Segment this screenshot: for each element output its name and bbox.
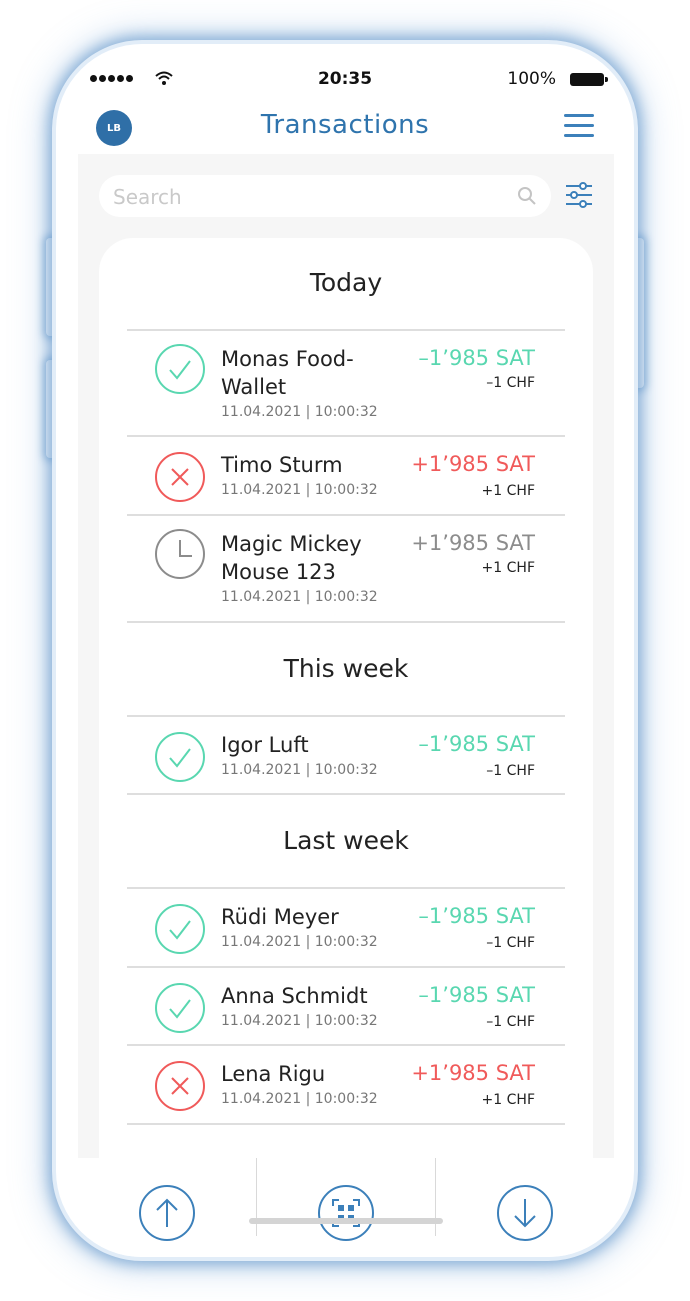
transaction-name: Monas Food- bbox=[221, 347, 354, 371]
transaction-date: 11.04.2021 | 10:00:32 bbox=[221, 934, 378, 950]
battery-icon bbox=[570, 73, 608, 86]
hamburger-menu-icon[interactable] bbox=[564, 114, 594, 138]
phone-frame: 20:35 100% LB Transactions Search Today bbox=[56, 44, 634, 1257]
bottom-action-bar bbox=[78, 1158, 614, 1257]
transaction-name: Anna Schmidt bbox=[221, 984, 368, 1008]
transaction-chf: –1 CHF bbox=[486, 935, 535, 951]
transaction-amount: –1’985 SAT bbox=[418, 732, 535, 756]
main-content: Search Today Monas Food- Wallet 11.04.20… bbox=[78, 154, 614, 1160]
home-indicator[interactable] bbox=[249, 1218, 443, 1224]
transaction-row[interactable]: Rüdi Meyer 11.04.2021 | 10:00:32 –1’985 … bbox=[127, 889, 565, 967]
qr-scan-icon[interactable] bbox=[317, 1184, 375, 1242]
checkmark-circle-icon bbox=[155, 983, 205, 1033]
divider bbox=[127, 1123, 565, 1125]
transaction-name-line2: Mouse 123 bbox=[221, 560, 336, 584]
transactions-list: Today Monas Food- Wallet 11.04.2021 | 10… bbox=[99, 238, 593, 1160]
checkmark-circle-icon bbox=[155, 904, 205, 954]
divider bbox=[127, 793, 565, 795]
divider bbox=[127, 621, 565, 623]
page-title: Transactions bbox=[260, 110, 430, 140]
transaction-amount: –1’985 SAT bbox=[418, 346, 535, 370]
section-title: Today bbox=[309, 268, 383, 297]
clock-icon bbox=[155, 529, 205, 579]
transaction-chf: –1 CHF bbox=[486, 375, 535, 391]
transaction-amount: –1’985 SAT bbox=[418, 904, 535, 928]
divider bbox=[435, 1158, 436, 1236]
transaction-row[interactable]: Lena Rigu 11.04.2021 | 10:00:32 +1’985 S… bbox=[127, 1046, 565, 1124]
transaction-name-line2: Wallet bbox=[221, 375, 287, 399]
transaction-amount: +1’985 SAT bbox=[411, 452, 535, 476]
checkmark-circle-icon bbox=[155, 344, 205, 394]
transaction-name: Lena Rigu bbox=[221, 1062, 326, 1086]
transaction-date: 11.04.2021 | 10:00:32 bbox=[221, 482, 378, 498]
divider bbox=[256, 1158, 257, 1236]
search-input[interactable]: Search bbox=[99, 175, 551, 217]
search-icon[interactable] bbox=[517, 186, 537, 206]
status-bar: 20:35 100% bbox=[56, 44, 634, 104]
transaction-date: 11.04.2021 | 10:00:32 bbox=[221, 589, 378, 605]
transaction-name: Igor Luft bbox=[221, 733, 309, 757]
transaction-name: Rüdi Meyer bbox=[221, 905, 339, 929]
battery-percentage: 100% bbox=[507, 69, 556, 89]
transaction-date: 11.04.2021 | 10:00:32 bbox=[221, 1091, 378, 1107]
transaction-chf: +1 CHF bbox=[481, 1092, 535, 1108]
transaction-date: 11.04.2021 | 10:00:32 bbox=[221, 762, 378, 778]
transaction-row[interactable]: Magic Mickey Mouse 123 11.04.2021 | 10:0… bbox=[127, 516, 565, 622]
section-title: This week bbox=[283, 654, 409, 683]
arrow-up-circle-icon[interactable] bbox=[138, 1184, 196, 1242]
transaction-row[interactable]: Monas Food- Wallet 11.04.2021 | 10:00:32… bbox=[127, 331, 565, 437]
transaction-row[interactable]: Anna Schmidt 11.04.2021 | 10:00:32 –1’98… bbox=[127, 968, 565, 1046]
transaction-row[interactable]: Igor Luft Timo Sturm 11.04.2021 | 10:00:… bbox=[127, 437, 565, 515]
section-title: Last week bbox=[283, 826, 409, 855]
transaction-name: Magic Mickey bbox=[221, 532, 362, 556]
transaction-name: Timo Sturm bbox=[221, 453, 343, 477]
transaction-chf: +1 CHF bbox=[481, 483, 535, 499]
x-circle-icon bbox=[155, 452, 205, 502]
transaction-amount: +1’985 SAT bbox=[411, 1061, 535, 1085]
app-header: LB Transactions bbox=[56, 104, 634, 156]
transaction-amount: +1’985 SAT bbox=[411, 531, 535, 555]
transaction-date: 11.04.2021 | 10:00:32 bbox=[221, 1013, 378, 1029]
transaction-chf: +1 CHF bbox=[481, 560, 535, 576]
transaction-chf: –1 CHF bbox=[486, 1014, 535, 1030]
filter-sliders-icon[interactable] bbox=[564, 180, 594, 210]
checkmark-circle-icon bbox=[155, 732, 205, 782]
arrow-down-circle-icon[interactable] bbox=[496, 1184, 554, 1242]
x-circle-icon bbox=[155, 1061, 205, 1111]
search-placeholder: Search bbox=[113, 185, 182, 209]
transaction-date: 11.04.2021 | 10:00:32 bbox=[221, 404, 378, 420]
transaction-chf: –1 CHF bbox=[486, 763, 535, 779]
transaction-amount: –1’985 SAT bbox=[418, 983, 535, 1007]
transaction-row[interactable]: Igor Luft 11.04.2021 | 10:00:32 –1’985 S… bbox=[127, 717, 565, 795]
